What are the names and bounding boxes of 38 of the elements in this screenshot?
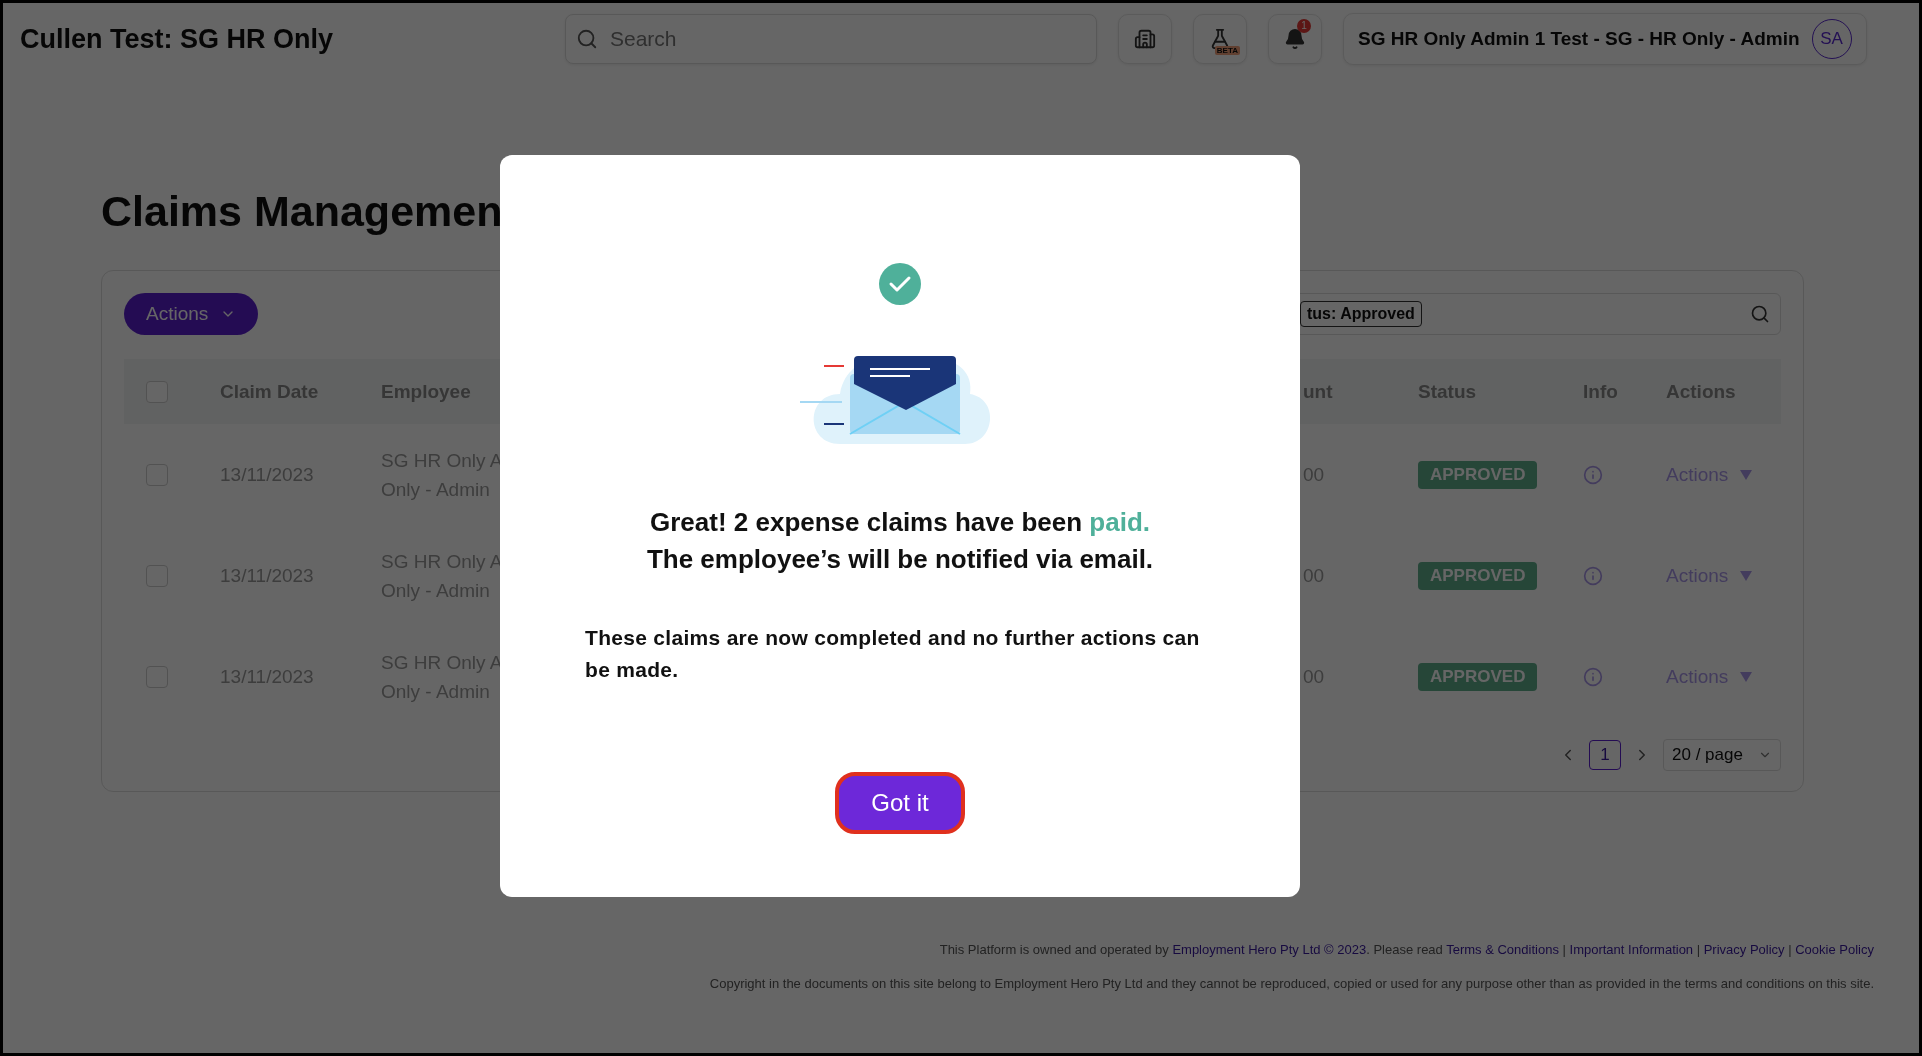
filter-tag: tus: Approved [1300,301,1422,327]
footer-link[interactable]: Important Information [1569,942,1694,957]
page-size-select[interactable]: 20 / page [1663,739,1781,771]
flask-button[interactable]: BETA [1193,14,1247,64]
check-circle-icon [878,262,922,306]
beta-label: BETA [1214,46,1240,55]
dialog-subheading: The employee’s will be notified via email. [646,543,1154,576]
info-icon[interactable] [1583,565,1603,586]
footer-text: This Platform is owned and operated by Employment Hero Pty Ltd © 2023. Please read Terms & Conditions | Important Information | Privacy Policy | Cookie Policy [938,941,1874,959]
bell-icon [1284,28,1306,50]
app-title: Cullen Test: SG HR Only [20,23,335,55]
user-name: SG HR Only Admin 1 Test - SG - HR Only - Admin [1358,28,1800,50]
status-tag: APPROVED [1418,460,1538,489]
status-tag: APPROVED [1418,561,1538,590]
footer-link[interactable]: Cookie Policy [1795,942,1874,957]
user-menu[interactable]: SG HR Only Admin 1 Test - SG - HR Only - Admin SA [1343,13,1867,65]
search-icon [1750,304,1770,324]
copyright-text: Copyright in the documents on this site belong to Employment Hero Pty Ltd and they cannot be reproduced, copied or used for any purpose other than as provided in the terms and conditions on this site. [708,975,1874,993]
search-icon [576,28,598,50]
caret-icon [1740,570,1753,581]
page-button[interactable]: 1 [1589,740,1621,770]
building-icon [1134,28,1156,50]
notifications-button[interactable]: 1 [1268,14,1322,64]
notification-count: 1 [1297,19,1311,33]
caret-icon [1740,469,1753,480]
caret-icon [1740,671,1753,682]
info-icon[interactable] [1583,666,1603,687]
footer-link[interactable]: Terms & Conditions [1446,942,1559,957]
page-title: Claims Managemen [101,187,504,236]
building-button[interactable] [1118,14,1172,64]
footer-link[interactable]: Privacy Policy [1703,942,1785,957]
got-it-button[interactable]: Got it [835,772,965,834]
status-tag: APPROVED [1418,662,1538,691]
dialog-message: These claims are now completed and no further actions can be made. [585,625,1201,683]
actions-button[interactable]: Actions [124,293,259,335]
flask-icon [1209,28,1231,50]
dialog-heading: Great! 2 expense claims have been paid. [650,506,1150,539]
info-icon[interactable] [1583,464,1603,485]
